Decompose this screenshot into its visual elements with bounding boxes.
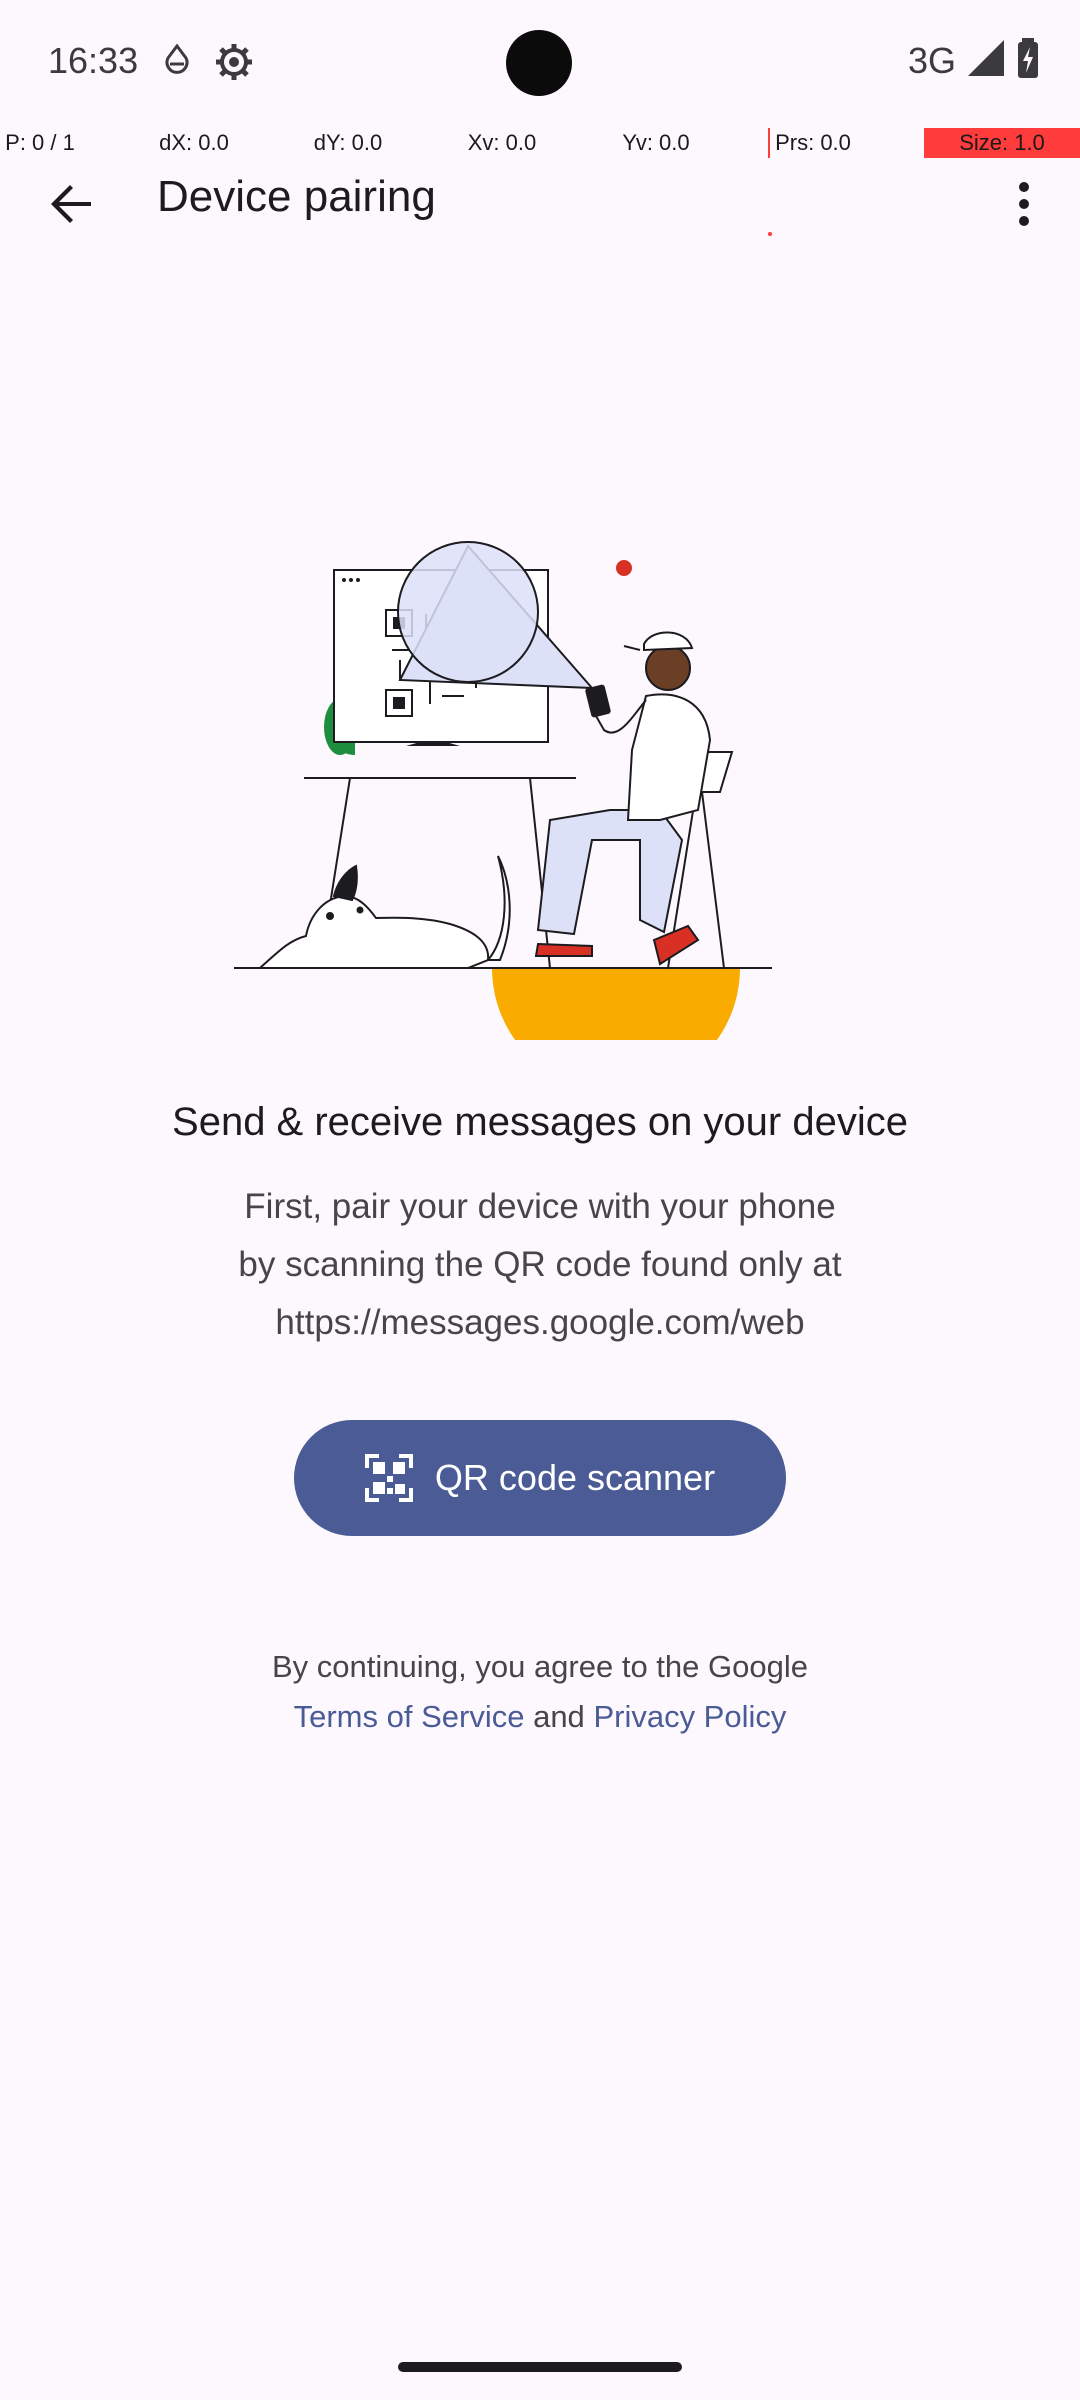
more-options-button[interactable] xyxy=(988,170,1060,242)
pointer-dx: dX: 0.0 xyxy=(159,130,229,155)
settings-gear-icon xyxy=(214,42,254,87)
top-app-bar: Device pairing xyxy=(0,158,1080,242)
pointer-count: P: 0 / 1 xyxy=(5,130,75,155)
pointer-xv: Xv: 0.0 xyxy=(467,130,537,155)
arrow-back-icon xyxy=(49,181,95,232)
gesture-nav-handle[interactable] xyxy=(398,2362,682,2372)
pointer-dy: dY: 0.0 xyxy=(313,130,383,155)
instructions-line-2: by scanning the QR code found only at xyxy=(238,1245,842,1284)
legal-links: Terms of Service and Privacy Policy xyxy=(0,1692,1080,1742)
page-title: Device pairing xyxy=(157,172,436,221)
legal-prefix: By continuing, you agree to the Google xyxy=(272,1649,808,1684)
terms-of-service-link[interactable]: Terms of Service xyxy=(294,1699,525,1734)
pointer-overlay: P: 0 / 1 dX: 0.0 dY: 0.0 Xv: 0.0 Yv: 0.0… xyxy=(0,128,1080,158)
pointer-dot xyxy=(768,232,772,236)
qr-code-scanner-label: QR code scanner xyxy=(434,1457,716,1498)
legal-notice: By continuing, you agree to the Google T… xyxy=(0,1642,1080,1742)
instructions-url: https://messages.google.com/web xyxy=(275,1303,805,1342)
status-time: 16:33 xyxy=(48,40,139,81)
network-type: 3G xyxy=(907,39,956,81)
pointer-prs: Prs: 0.0 xyxy=(775,130,851,155)
pointer-size: Size: 1.0 xyxy=(924,128,1080,158)
drop-icon xyxy=(164,43,190,83)
battery-charging-icon xyxy=(1016,38,1040,83)
qr-code-scanner-icon xyxy=(364,1454,413,1502)
pointer-divider xyxy=(768,128,770,158)
status-bar: 16:33 3G xyxy=(0,0,1080,128)
signal-icon xyxy=(966,38,1006,83)
status-right: 3G xyxy=(908,38,1040,83)
instructions-text: First, pair your device with your phone … xyxy=(190,1178,890,1352)
more-vert-icon xyxy=(1017,181,1031,232)
back-button[interactable] xyxy=(36,170,108,242)
privacy-policy-link[interactable]: Privacy Policy xyxy=(593,1699,786,1734)
instructions-line-1: First, pair your device with your phone xyxy=(244,1187,836,1226)
headline: Send & receive messages on your device xyxy=(172,1100,908,1144)
legal-and: and xyxy=(533,1699,585,1734)
pointer-yv: Yv: 0.0 xyxy=(622,130,690,155)
pairing-illustration xyxy=(220,520,800,1092)
qr-code-scanner-button[interactable]: QR code scanner xyxy=(294,1420,786,1536)
camera-cutout xyxy=(506,30,572,96)
